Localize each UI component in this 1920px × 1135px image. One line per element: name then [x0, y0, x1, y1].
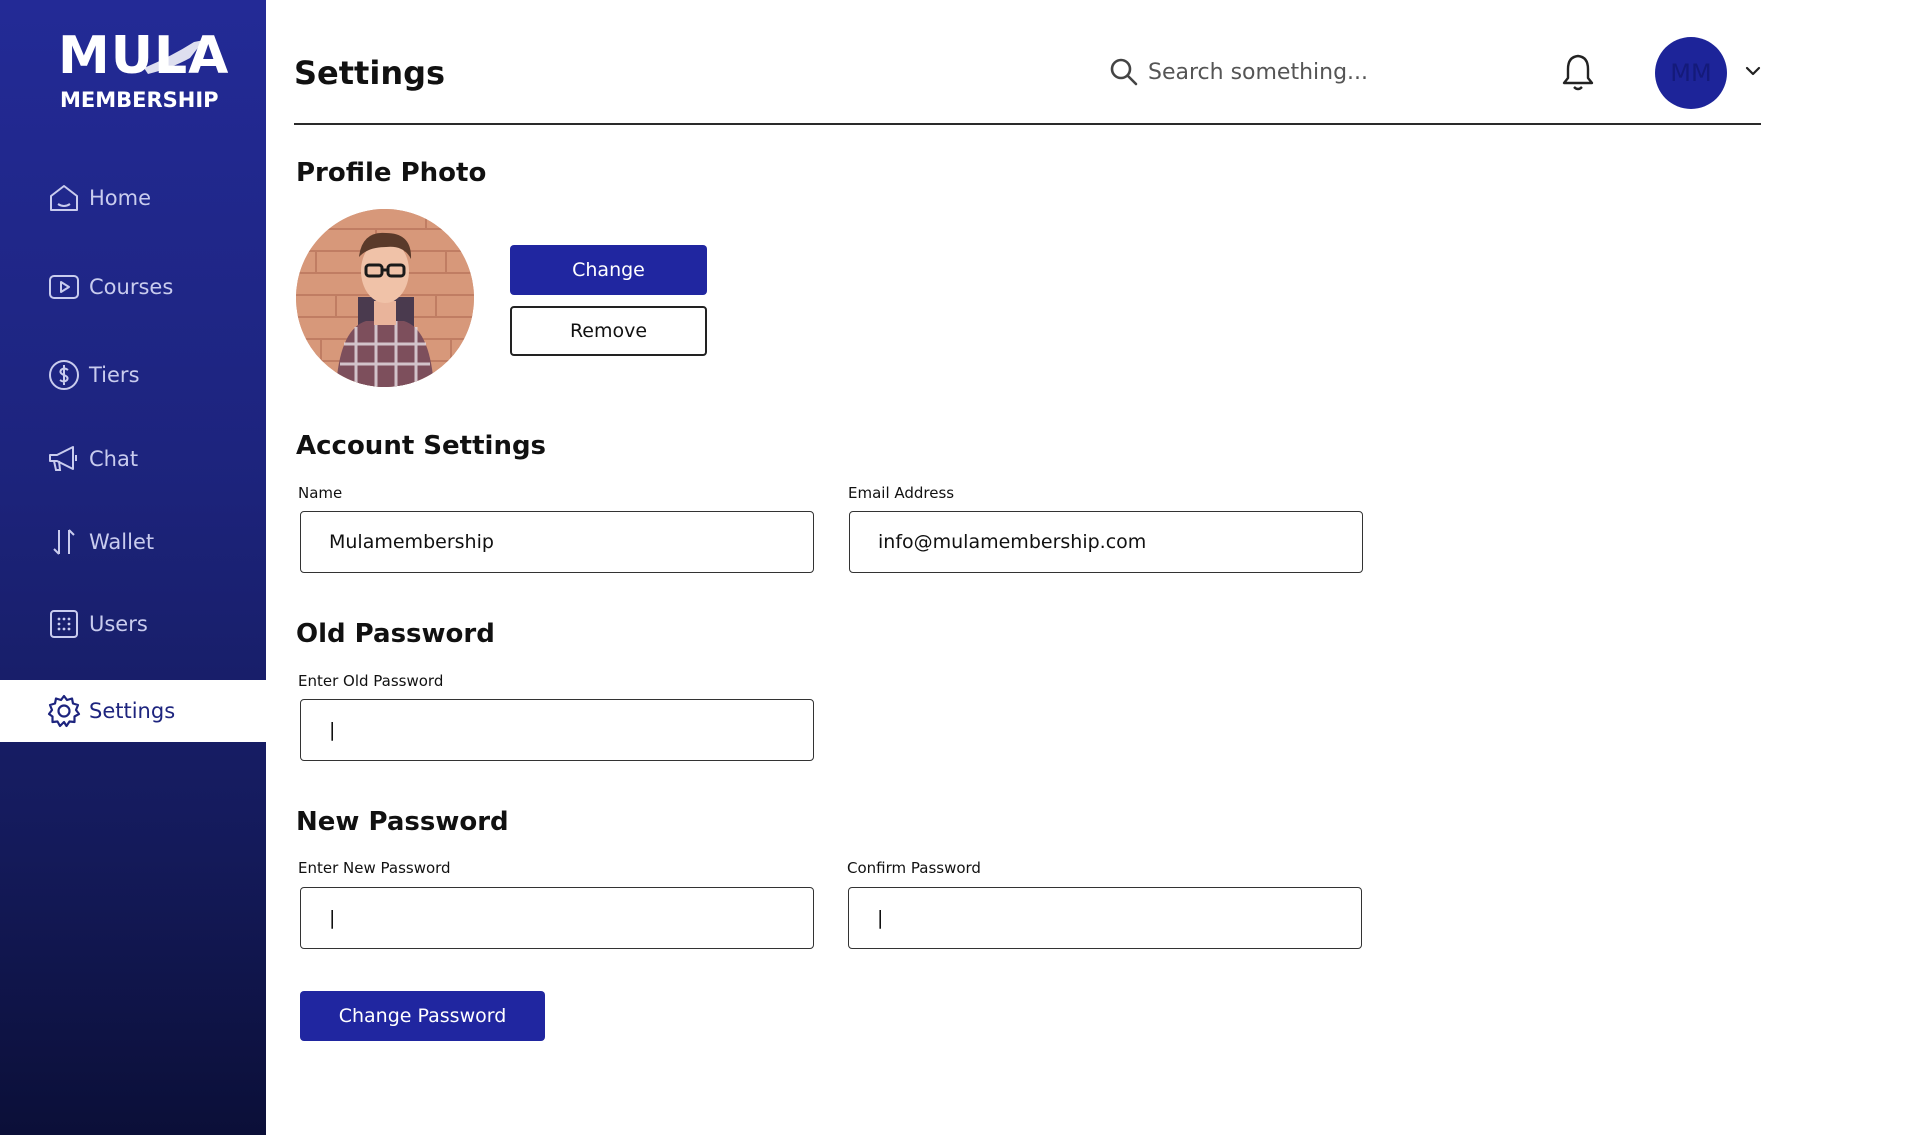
- search-icon[interactable]: [1108, 56, 1140, 88]
- profile-photo-heading: Profile Photo: [296, 158, 487, 188]
- sidebar-item-label: Tiers: [89, 363, 140, 387]
- old-password-label: Enter Old Password: [298, 672, 444, 690]
- sidebar-item-label: Courses: [89, 275, 174, 299]
- sidebar-item-label: Chat: [89, 447, 139, 471]
- new-password-label: Enter New Password: [298, 859, 451, 877]
- sidebar-item-tiers[interactable]: Tiers: [0, 344, 266, 406]
- search-bar[interactable]: [1108, 52, 1438, 92]
- sidebar-item-home[interactable]: Home: [0, 167, 266, 229]
- logo-swoosh-icon: [144, 40, 204, 74]
- new-password-heading: New Password: [296, 807, 509, 837]
- sidebar-item-label: Settings: [89, 699, 176, 723]
- home-icon: [47, 181, 81, 215]
- sidebar-item-users[interactable]: Users: [0, 593, 266, 655]
- logo-wordmark-bottom: MEMBERSHIP: [60, 88, 219, 112]
- megaphone-icon: [47, 442, 81, 476]
- new-password-field[interactable]: [300, 887, 814, 949]
- dollar-icon: [47, 358, 81, 392]
- old-password-heading: Old Password: [296, 619, 495, 649]
- name-field[interactable]: [300, 511, 814, 573]
- email-label: Email Address: [848, 484, 955, 502]
- search-input[interactable]: [1148, 59, 1428, 85]
- email-field[interactable]: [849, 511, 1363, 573]
- change-photo-button[interactable]: Change: [510, 245, 707, 295]
- users-grid-icon: [47, 607, 81, 641]
- user-avatar[interactable]: MM: [1655, 37, 1727, 109]
- sidebar-item-label: Home: [89, 186, 152, 210]
- transfer-arrows-icon: [47, 525, 81, 559]
- page-title: Settings: [294, 54, 446, 92]
- confirm-password-field[interactable]: [848, 887, 1362, 949]
- sidebar: MULA MEMBERSHIP Home Courses Tiers Chat …: [0, 0, 266, 1135]
- sidebar-item-chat[interactable]: Chat: [0, 428, 266, 490]
- sidebar-item-label: Wallet: [89, 530, 155, 554]
- old-password-field[interactable]: [300, 699, 814, 761]
- play-icon: [47, 270, 81, 304]
- name-label: Name: [298, 484, 343, 502]
- bell-icon[interactable]: [1560, 52, 1596, 92]
- profile-photo: [296, 209, 474, 387]
- sidebar-item-wallet[interactable]: Wallet: [0, 511, 266, 573]
- profile-photo-image: [296, 209, 474, 387]
- settings-app: MULA MEMBERSHIP Home Courses Tiers Chat …: [0, 0, 1920, 1135]
- sidebar-item-label: Users: [89, 612, 148, 636]
- header-divider: [294, 123, 1761, 125]
- remove-photo-button[interactable]: Remove: [510, 306, 707, 356]
- account-settings-heading: Account Settings: [296, 431, 547, 461]
- chevron-down-icon[interactable]: [1744, 62, 1762, 80]
- gear-icon: [47, 694, 81, 728]
- brand-logo[interactable]: MULA MEMBERSHIP: [56, 28, 228, 120]
- confirm-password-label: Confirm Password: [847, 859, 981, 877]
- change-password-button[interactable]: Change Password: [300, 991, 545, 1041]
- sidebar-item-courses[interactable]: Courses: [0, 256, 266, 318]
- sidebar-item-settings[interactable]: Settings: [0, 680, 266, 742]
